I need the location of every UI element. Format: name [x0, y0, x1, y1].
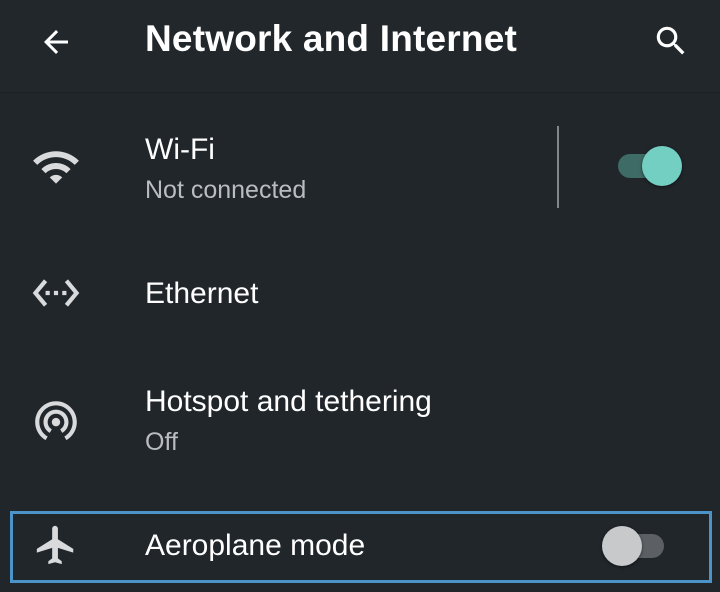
app-bar: Network and Internet	[0, 0, 720, 93]
divider	[557, 126, 559, 208]
search-icon	[656, 26, 685, 55]
ethernet-title: Ethernet	[145, 277, 259, 310]
page-title: Network and Internet	[145, 18, 517, 59]
wifi-icon	[26, 137, 86, 197]
hotspot-subtitle: Off	[145, 428, 178, 456]
hotspot-title: Hotspot and tethering	[145, 385, 432, 418]
back-button[interactable]	[26, 16, 86, 68]
wifi-subtitle: Not connected	[145, 176, 307, 204]
ethernet-icon	[26, 263, 86, 323]
wifi-toggle[interactable]	[614, 143, 684, 189]
wifi-title: Wi-Fi	[145, 133, 215, 166]
settings-screen: Network and Internet Wi-Fi Not connected…	[0, 0, 720, 592]
focus-highlight	[10, 511, 712, 583]
arrow-back-icon	[44, 30, 68, 54]
toggle-thumb	[642, 146, 682, 186]
hotspot-icon	[26, 390, 86, 450]
list-item-ethernet[interactable]: Ethernet	[0, 234, 720, 354]
list-item-wifi[interactable]: Wi-Fi Not connected	[0, 93, 720, 233]
list-item-hotspot[interactable]: Hotspot and tethering Off	[0, 355, 720, 495]
search-button[interactable]	[642, 14, 700, 68]
